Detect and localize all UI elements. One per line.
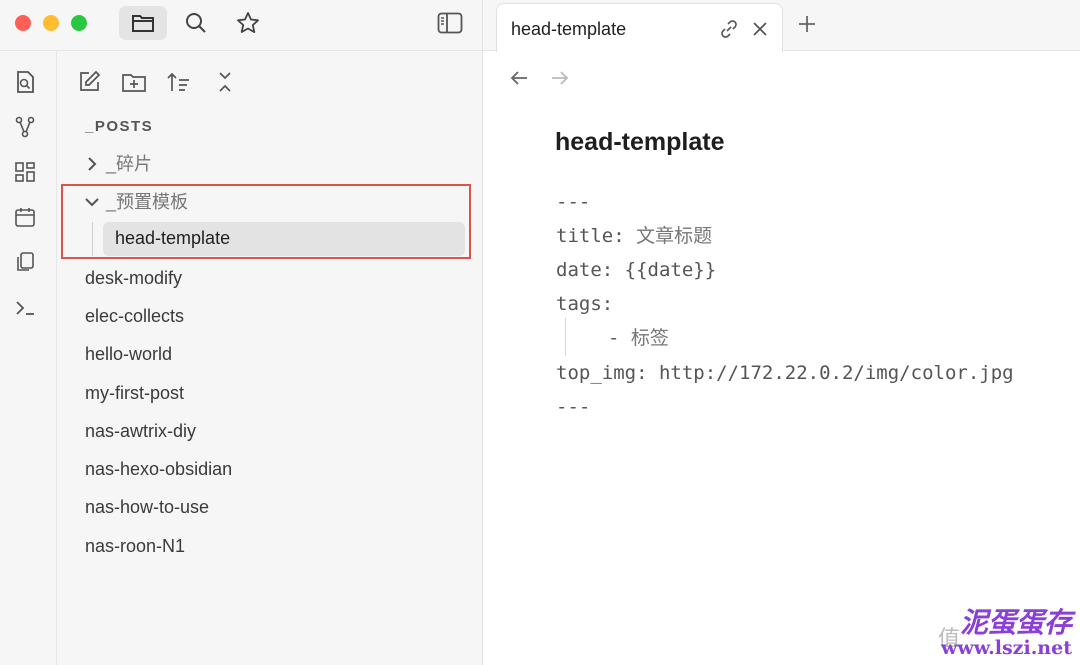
terminal-icon: [16, 301, 34, 315]
minimize-window-button[interactable]: [43, 15, 59, 31]
file-search-icon: [17, 71, 34, 93]
file-item[interactable]: my-first-post: [85, 381, 184, 405]
open-quick-switcher-button[interactable]: [12, 69, 38, 95]
file-item[interactable]: nas-hexo-obsidian: [85, 457, 232, 481]
file-item[interactable]: hello-world: [85, 342, 172, 366]
date-line[interactable]: date: {{date}}: [556, 258, 716, 282]
zoom-window-button[interactable]: [71, 15, 87, 31]
tag-value: 标签: [630, 327, 669, 349]
toggle-sidebar-button[interactable]: [426, 6, 474, 40]
highlight-box: [61, 184, 471, 259]
watermark-url: www.lszi.net: [941, 637, 1072, 659]
indent-guide: [565, 318, 566, 356]
graph-icon: [15, 116, 35, 138]
daily-note-button[interactable]: [12, 204, 38, 230]
search-button[interactable]: [172, 6, 220, 40]
chevron-right-icon[interactable]: [84, 156, 100, 172]
tab-bar: head-template: [483, 0, 1080, 52]
vault-root-label: _POSTS: [85, 118, 154, 135]
file-explorer-button[interactable]: [119, 6, 167, 40]
sidebar-icon: [437, 12, 463, 34]
file-item[interactable]: desk-modify: [85, 266, 182, 290]
new-folder-button[interactable]: [120, 68, 148, 96]
date-value: {{date}}: [624, 259, 717, 281]
title-value: 文章标题: [636, 225, 713, 247]
forward-arrow-icon[interactable]: [548, 66, 572, 90]
back-arrow-icon[interactable]: [507, 66, 531, 90]
front-matter-close[interactable]: ---: [556, 395, 590, 419]
tab-head-template[interactable]: head-template: [496, 3, 783, 52]
list-dash: -: [608, 327, 620, 349]
search-icon: [186, 13, 206, 33]
tab-title: head-template: [511, 19, 627, 39]
new-tab-icon[interactable]: [797, 14, 817, 34]
tags-line[interactable]: tags:: [556, 292, 613, 316]
copy-icon: [17, 252, 34, 271]
front-matter-open[interactable]: ---: [556, 190, 590, 214]
title-key: title:: [556, 225, 625, 247]
new-note-button[interactable]: [75, 68, 103, 96]
edit-icon: [80, 70, 101, 91]
watermark-brand: 泥蛋蛋存: [959, 606, 1072, 639]
templates-button[interactable]: [12, 249, 38, 275]
bookmarks-button[interactable]: [224, 6, 272, 40]
img-value: http://172.22.0.2/img/color.jpg: [658, 362, 1014, 384]
file-item[interactable]: nas-awtrix-diy: [85, 419, 196, 443]
note-title[interactable]: head-template: [555, 128, 724, 157]
collapse-icon: [219, 72, 231, 92]
calendar-icon: [15, 208, 35, 227]
folder-icon: [132, 15, 154, 32]
grid-icon: [15, 162, 35, 182]
link-icon[interactable]: [719, 19, 739, 39]
file-item[interactable]: elec-collects: [85, 304, 184, 328]
ribbon: [0, 51, 57, 665]
collapse-all-button[interactable]: [211, 68, 239, 96]
window-titlebar: [0, 0, 482, 51]
watermark: 值 泥蛋蛋存 www.lszi.net: [938, 599, 1072, 659]
star-icon: [237, 12, 259, 33]
img-key: top_img:: [556, 362, 648, 384]
title-line[interactable]: title: 文章标题: [556, 224, 712, 248]
command-palette-button[interactable]: [12, 295, 38, 321]
file-item[interactable]: nas-roon-N1: [85, 534, 185, 558]
sort-button[interactable]: [165, 68, 193, 96]
file-item[interactable]: nas-how-to-use: [85, 495, 209, 519]
img-line[interactable]: top_img: http://172.22.0.2/img/color.jpg: [556, 361, 1014, 385]
canvas-button[interactable]: [12, 159, 38, 185]
folder-fragments[interactable]: _碎片: [106, 152, 152, 176]
tag-item[interactable]: - 标签: [608, 326, 669, 350]
close-icon[interactable]: [751, 20, 769, 38]
sort-icon: [167, 72, 189, 91]
close-window-button[interactable]: [15, 15, 31, 31]
date-key: date:: [556, 259, 614, 281]
folder-plus-icon: [122, 74, 146, 92]
left-pane: _POSTS _碎片 _预置模板 head-template desk-modi…: [0, 0, 483, 665]
graph-view-button[interactable]: [12, 114, 38, 140]
